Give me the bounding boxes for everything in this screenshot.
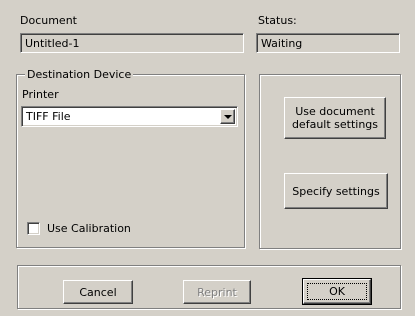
destination-device-legend: Destination Device xyxy=(25,68,134,81)
status-value: Waiting xyxy=(261,37,303,50)
focus-ring xyxy=(307,283,367,300)
cancel-button[interactable]: Cancel xyxy=(63,280,133,304)
chevron-down-icon xyxy=(224,115,232,119)
status-label: Status: xyxy=(258,14,297,27)
printer-label: Printer xyxy=(22,88,59,101)
use-document-default-settings-button[interactable]: Use document default settings xyxy=(284,97,386,139)
ok-button[interactable]: OK xyxy=(302,278,372,305)
document-field: Untitled-1 xyxy=(20,33,244,53)
use-calibration-label[interactable]: Use Calibration xyxy=(47,222,131,235)
printer-select[interactable]: TIFF File xyxy=(21,106,238,127)
printer-select-value: TIFF File xyxy=(26,110,71,123)
cancel-label: Cancel xyxy=(79,285,117,299)
document-label: Document xyxy=(20,14,77,27)
status-field: Waiting xyxy=(256,33,400,53)
reprint-label: Reprint xyxy=(197,285,237,299)
specify-settings-label: Specify settings xyxy=(292,184,380,198)
reprint-button: Reprint xyxy=(183,280,251,304)
printer-dropdown-button[interactable] xyxy=(220,109,235,124)
print-dialog: Document Untitled-1 Status: Waiting Dest… xyxy=(0,0,415,316)
use-calibration-checkbox[interactable] xyxy=(27,222,40,235)
specify-settings-button[interactable]: Specify settings xyxy=(284,173,388,209)
use-document-default-settings-label: Use document default settings xyxy=(291,105,379,131)
document-value: Untitled-1 xyxy=(25,37,80,50)
